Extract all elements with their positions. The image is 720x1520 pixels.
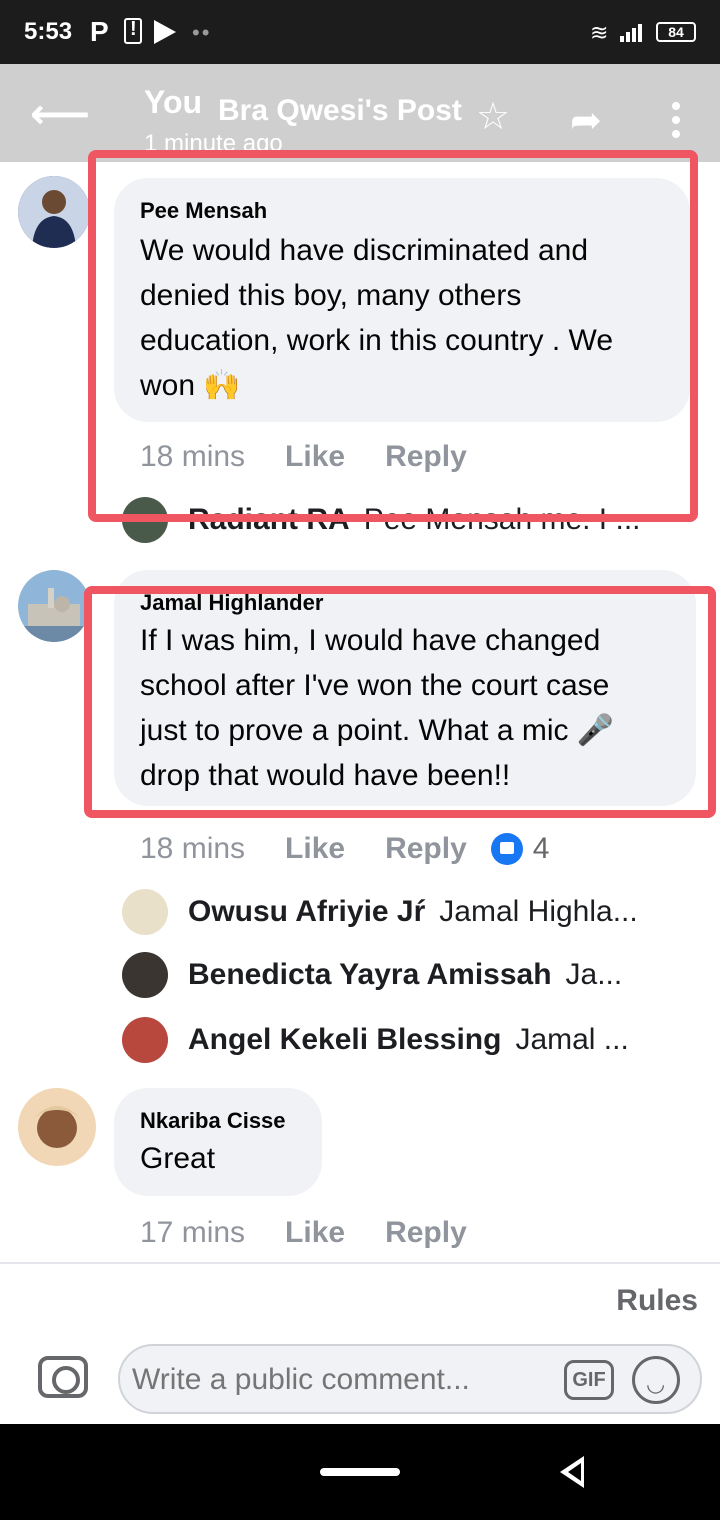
reply-text: Jamal Highla... [439, 895, 638, 928]
highlight-box [84, 586, 716, 818]
reaction-count[interactable]: 4 [490, 832, 550, 866]
play-store-icon [154, 20, 176, 44]
home-gesture-bar[interactable] [320, 1468, 400, 1476]
comment-actions: 18 mins Like Reply 4 [140, 832, 549, 866]
reaction-count-value: 4 [532, 832, 550, 865]
avatar [122, 952, 168, 998]
camera-icon[interactable] [38, 1356, 88, 1398]
avatar [122, 1017, 168, 1063]
comment-time: 18 mins [140, 832, 246, 865]
star-icon[interactable]: ☆ [476, 98, 510, 136]
status-bar: 5:53 P •• ≋ 84 [0, 0, 720, 64]
parking-app-icon: P [90, 16, 109, 47]
more-icon[interactable] [668, 102, 684, 142]
emoji-icon[interactable] [632, 1356, 680, 1404]
back-arrow-icon[interactable]: ⟵ [30, 93, 90, 135]
reply-preview[interactable]: Owusu Afriyie Jŕ Jamal Highla... [122, 888, 682, 936]
post-header: ⟵ You Bra Qwesi's Post 1 minute ago ☆ ➦ [0, 64, 720, 162]
reply-preview[interactable]: Benedicta Yayra Amissah Ja... [122, 951, 682, 999]
reply-text: Jamal ... [515, 1023, 629, 1056]
reply-author: Benedicta Yayra Amissah [188, 958, 552, 991]
signal-icon [620, 24, 646, 42]
more-notifications-icon: •• [192, 20, 212, 45]
gif-icon[interactable]: GIF [564, 1360, 614, 1400]
rules-link[interactable]: Rules [616, 1284, 698, 1318]
avatar [122, 889, 168, 935]
comment-actions: 17 mins Like Reply [140, 1216, 467, 1250]
reply-author: Angel Kekeli Blessing [188, 1023, 502, 1056]
reply-button[interactable]: Reply [385, 1216, 467, 1250]
comment-time: 17 mins [140, 1216, 246, 1249]
avatar[interactable] [18, 1088, 96, 1166]
system-nav-bar [0, 1424, 720, 1520]
avatar[interactable] [18, 570, 90, 642]
like-button[interactable]: Like [285, 832, 345, 866]
reply-author: Owusu Afriyie Jŕ [188, 895, 426, 928]
notification-icon [124, 18, 142, 44]
share-icon[interactable]: ➦ [570, 102, 602, 140]
header-author: You [144, 84, 203, 120]
avatar[interactable] [18, 176, 90, 248]
reply-preview[interactable]: Angel Kekeli Blessing Jamal ... [122, 1016, 682, 1064]
divider [0, 1262, 720, 1264]
battery-icon: 84 [656, 22, 696, 42]
comment-author[interactable]: Nkariba Cisse [140, 1108, 286, 1134]
comment-text-line: Great [140, 1142, 216, 1175]
comment-bubble[interactable]: Nkariba Cisse Great [114, 1088, 322, 1196]
header-title: Bra Qwesi's Post [218, 94, 462, 127]
highlight-box [88, 150, 698, 522]
status-time: 5:53 [24, 18, 73, 45]
like-reaction-icon [490, 833, 523, 865]
like-button[interactable]: Like [285, 1216, 345, 1250]
reply-text: Ja... [565, 958, 623, 991]
comment-composer[interactable]: GIF [118, 1344, 702, 1414]
comment-input[interactable] [132, 1360, 552, 1400]
wifi-icon: ≋ [590, 20, 609, 45]
back-nav-icon[interactable] [560, 1456, 584, 1488]
reply-button[interactable]: Reply [385, 832, 467, 866]
